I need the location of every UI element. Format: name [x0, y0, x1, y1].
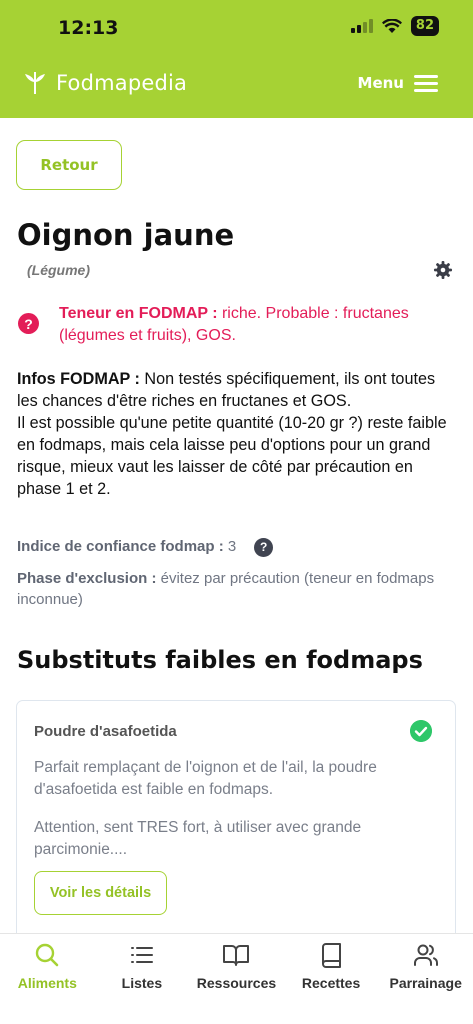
question-icon[interactable]: ? [254, 537, 274, 557]
substitute-text-1: Parfait remplaçant de l'oignon et de l'a… [34, 759, 377, 798]
substitute-text-2: Attention, sent TRES fort, à utiliser av… [34, 819, 362, 858]
list-icon [130, 947, 153, 963]
main-content: Retour Oignon jaune (Légume) ? Teneur en… [0, 118, 473, 933]
tab-listes[interactable]: Listes [95, 934, 190, 1024]
tab-label: Listes [121, 975, 163, 991]
check-circle-icon [410, 720, 432, 742]
tab-aliments[interactable]: Aliments [0, 934, 95, 1024]
leaf-logo-icon [25, 72, 45, 94]
search-icon [36, 943, 59, 967]
tab-recettes[interactable]: Recettes [284, 934, 379, 1024]
status-bar: 12:13 82 [0, 0, 473, 56]
tab-label: Parrainage [389, 975, 462, 991]
tab-label: Recettes [301, 975, 361, 991]
hamburger-icon [414, 74, 438, 92]
signal-icon [350, 19, 373, 33]
status-icons: 82 [350, 16, 439, 36]
substitute-description: Parfait remplaçant de l'oignon et de l'a… [34, 757, 439, 861]
food-category: (Légume) [27, 262, 90, 278]
exclusion-phase: Phase d'exclusion : évitez par précautio… [17, 568, 457, 610]
tab-ressources[interactable]: Ressources [189, 934, 284, 1024]
substitutes-title: Substituts faibles en fodmaps [17, 646, 423, 674]
confidence-label: Indice de confiance fodmap : [17, 538, 224, 555]
confidence-value: 3 [223, 538, 237, 555]
fodmap-content-alert: ? Teneur en FODMAP : riche. Probable : f… [18, 303, 458, 347]
teneur-label: Teneur en FODMAP : [59, 305, 218, 322]
fodmap-content-text: Teneur en FODMAP : riche. Probable : fru… [59, 303, 458, 347]
battery-indicator: 82 [410, 16, 439, 36]
bottom-tab-bar: Aliments Listes Ressources Recettes Parr… [0, 933, 473, 1024]
book-icon [322, 943, 342, 968]
app-header: Fodmapedia Menu [0, 56, 473, 118]
fodmap-info: Infos FODMAP : Non testés spécifiquement… [17, 368, 457, 500]
tab-label: Aliments [17, 975, 77, 991]
substitute-name: Poudre d'asafoetida [34, 723, 177, 740]
infos-label: Infos FODMAP : [17, 370, 140, 388]
tab-parrainage[interactable]: Parrainage [378, 934, 473, 1024]
details-button[interactable]: Voir les détails [34, 871, 167, 915]
users-icon [413, 944, 438, 966]
status-time: 12:13 [58, 17, 119, 39]
exclusion-label: Phase d'exclusion : [17, 570, 157, 587]
substitute-card: Poudre d'asafoetida Parfait remplaçant d… [16, 700, 456, 933]
page-title: Oignon jaune [17, 218, 235, 252]
question-icon[interactable]: ? [18, 313, 39, 334]
app-logo[interactable]: Fodmapedia [22, 70, 187, 96]
gear-icon[interactable] [433, 260, 453, 280]
infos-text-2: Il est possible qu'une petite quantité (… [17, 414, 447, 498]
tab-label: Ressources [196, 975, 277, 991]
menu-button[interactable]: Menu [358, 74, 438, 92]
confidence-index: Indice de confiance fodmap : 3? [17, 536, 457, 557]
menu-label: Menu [357, 74, 404, 92]
app-name: Fodmapedia [56, 71, 188, 95]
wifi-icon [381, 18, 402, 33]
book-open-icon [223, 945, 250, 966]
back-button[interactable]: Retour [16, 140, 122, 190]
